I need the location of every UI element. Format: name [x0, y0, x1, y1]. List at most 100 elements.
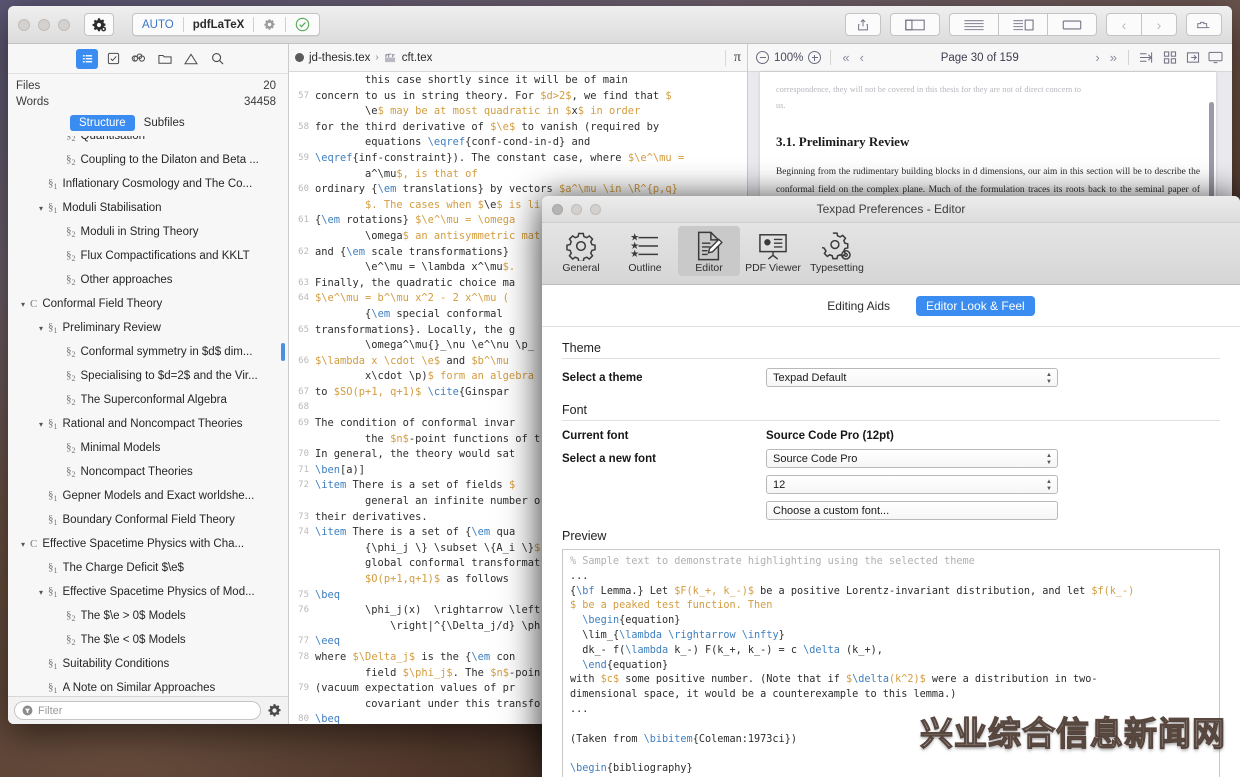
- pdf-view-button[interactable]: [1047, 13, 1097, 36]
- maximize-button[interactable]: [58, 18, 70, 31]
- thumbnails-button[interactable]: [1161, 50, 1178, 65]
- subtab-editor-look-and-feel[interactable]: Editor Look & Feel: [916, 295, 1035, 316]
- prefs-tab-general[interactable]: General: [550, 226, 612, 276]
- sidebar-tab-files[interactable]: [154, 49, 176, 69]
- code-line[interactable]: 59 \eqref{inf-constraint}). The constant …: [289, 151, 747, 167]
- code-line[interactable]: this case shortly since it will be of ma…: [289, 73, 747, 89]
- tree-item[interactable]: §2 Specialising to $d=2$ and the Vir...: [8, 364, 288, 388]
- back-chevron-icon: ‹: [1121, 16, 1127, 33]
- engine-button[interactable]: pdfLaTeX: [184, 14, 254, 35]
- tree-item[interactable]: §2 Conformal symmetry in $d$ dim...: [8, 340, 288, 364]
- breadcrumb-root[interactable]: jd-thesis.tex: [309, 52, 370, 64]
- sidebar-tab-errors[interactable]: [180, 49, 202, 69]
- tree-item[interactable]: §1 Inflationary Cosmology and The Co...: [8, 172, 288, 196]
- preview-label: Preview: [562, 529, 607, 543]
- tree-item[interactable]: §2 Noncompact Theories: [8, 460, 288, 484]
- prefs-tab-pdf-viewer[interactable]: PDF Viewer: [742, 226, 804, 276]
- sidebar-tab-todo[interactable]: [102, 49, 124, 69]
- tree-item[interactable]: §2 Moduli in String Theory: [8, 220, 288, 244]
- tree-item[interactable]: ▾ C Effective Spacetime Physics with Cha..…: [8, 532, 288, 556]
- tree-item[interactable]: §2 The $\e < 0$ Models: [8, 628, 288, 652]
- theme-select[interactable]: Texpad Default ▲ ▼: [766, 368, 1058, 387]
- section-level-icon: C: [30, 298, 38, 310]
- tree-item[interactable]: §1 Gepner Models and Exact worldshe...: [8, 484, 288, 508]
- tree-item[interactable]: ▾ §1 Effective Spacetime Physics of Mod...: [8, 580, 288, 604]
- auto-button[interactable]: AUTO: [133, 14, 183, 35]
- section-level-icon: §1: [48, 656, 58, 672]
- code-line[interactable]: a^\mu$, is that of: [289, 167, 747, 183]
- prev-page-button[interactable]: ‹: [858, 50, 866, 65]
- tree-item[interactable]: §2 Quantisation: [8, 136, 288, 148]
- code-line[interactable]: \e$ may be at most quadratic in $x$ in o…: [289, 104, 747, 120]
- zoom-in-button[interactable]: [808, 51, 822, 64]
- code-line[interactable]: 57 concern to us in string theory. For $d…: [289, 89, 747, 105]
- next-page-button[interactable]: ›: [1093, 50, 1101, 65]
- structure-tree[interactable]: §2 Quantisation §2 Coupling to the Dilaton …: [8, 136, 288, 696]
- tree-item[interactable]: §2 Flux Compactifications and KKLT: [8, 244, 288, 268]
- gear-icon[interactable]: [267, 703, 282, 718]
- tree-item[interactable]: §1 Suitability Conditions: [8, 652, 288, 676]
- chevron-down-icon[interactable]: ▾: [34, 204, 48, 213]
- source-view-button[interactable]: [949, 13, 999, 36]
- prefs-tab-label: PDF Viewer: [745, 262, 801, 274]
- chevron-down-icon[interactable]: ▾: [34, 324, 48, 333]
- code-line[interactable]: 58 for the third derivative of $\e$ to va…: [289, 120, 747, 136]
- structure-list-icon: [82, 54, 92, 62]
- tree-item[interactable]: §1 A Note on Similar Approaches: [8, 676, 288, 696]
- filter-input[interactable]: Filter: [14, 701, 261, 720]
- sidebar-tab-search[interactable]: [206, 49, 228, 69]
- keyboard-button[interactable]: [1186, 13, 1222, 36]
- tree-item[interactable]: §2 Minimal Models: [8, 436, 288, 460]
- zoom-out-button[interactable]: [756, 51, 769, 64]
- chevron-down-icon[interactable]: ▾: [34, 588, 48, 597]
- tree-item[interactable]: ▾ §1 Preliminary Review: [8, 316, 288, 340]
- line-number: 63: [298, 277, 309, 288]
- close-button[interactable]: [18, 18, 30, 31]
- tree-item[interactable]: §2 The Superconformal Algebra: [8, 388, 288, 412]
- minimize-button[interactable]: [38, 18, 50, 31]
- code-line[interactable]: equations \eqref{conf-cond-in-d} and: [289, 135, 747, 151]
- toggle-sidebar-button[interactable]: [890, 13, 940, 36]
- prefs-tab-outline[interactable]: ★ ★ ★ Outline: [614, 226, 676, 276]
- tree-item[interactable]: ▾ C Conformal Field Theory: [8, 292, 288, 316]
- sidebar-tab-structure[interactable]: [76, 48, 98, 69]
- tree-item[interactable]: ▾ §1 Rational and Noncompact Theories: [8, 412, 288, 436]
- typeset-settings-button[interactable]: [254, 14, 285, 35]
- tree-item[interactable]: §2 Other approaches: [8, 268, 288, 292]
- first-page-button[interactable]: «: [840, 50, 851, 65]
- navigate-back-button[interactable]: ‹: [1106, 13, 1142, 36]
- math-symbols-button[interactable]: π: [724, 49, 741, 66]
- section-level-icon: §2: [66, 344, 76, 360]
- tree-item[interactable]: §1 The Charge Deficit $\e$: [8, 556, 288, 580]
- navigate-forward-button[interactable]: ›: [1141, 13, 1177, 36]
- segment-structure[interactable]: Structure: [70, 115, 135, 131]
- project-settings-button[interactable]: [84, 13, 114, 36]
- export-page-button[interactable]: [1184, 50, 1201, 65]
- subtab-editing-aids[interactable]: Editing Aids: [817, 296, 900, 316]
- sync-to-source-button[interactable]: [1138, 50, 1155, 65]
- chevron-down-icon[interactable]: ▾: [34, 420, 48, 429]
- segment-subfiles[interactable]: Subfiles: [135, 115, 194, 131]
- last-page-button[interactable]: »: [1108, 50, 1119, 65]
- breadcrumb-current[interactable]: cft.tex: [402, 52, 433, 64]
- split-view-button[interactable]: [998, 13, 1048, 36]
- typeset-status-button[interactable]: [286, 14, 319, 35]
- chevron-down-icon[interactable]: ▾: [16, 300, 30, 309]
- prefs-tab-editor[interactable]: Editor: [678, 226, 740, 276]
- current-font-row: Current font Source Code Pro (12pt): [562, 430, 1220, 442]
- font-size-select[interactable]: 12 ▲ ▼: [766, 475, 1058, 494]
- tree-item[interactable]: §2 The $\e > 0$ Models: [8, 604, 288, 628]
- share-button[interactable]: [845, 13, 881, 36]
- window-right-toolbar: ‹ ›: [836, 13, 1222, 36]
- tree-item[interactable]: §2 Coupling to the Dilaton and Beta ...: [8, 148, 288, 172]
- font-size-row: 12 ▲ ▼: [562, 475, 1220, 494]
- tree-item[interactable]: §1 Boundary Conformal Field Theory: [8, 508, 288, 532]
- sidebar-tab-references[interactable]: [128, 49, 150, 69]
- window-controls[interactable]: [18, 18, 70, 31]
- chevron-down-icon[interactable]: ▾: [16, 540, 30, 549]
- choose-custom-font-button[interactable]: Choose a custom font...: [766, 501, 1058, 520]
- tree-item[interactable]: ▾ §1 Moduli Stabilisation: [8, 196, 288, 220]
- present-mode-button[interactable]: [1207, 50, 1224, 65]
- prefs-tab-typesetting[interactable]: Typesetting: [806, 226, 868, 276]
- font-family-select[interactable]: Source Code Pro ▲ ▼: [766, 449, 1058, 468]
